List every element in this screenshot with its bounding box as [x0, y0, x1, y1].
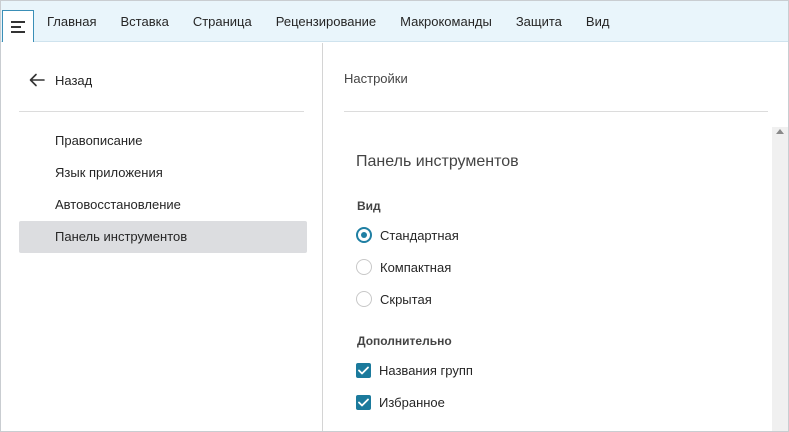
arrow-left-icon [29, 73, 45, 87]
content-divider [344, 111, 768, 112]
sidebar-item-spelling[interactable]: Правописание [19, 125, 307, 157]
checkbox-option-favorites[interactable]: Избранное [356, 392, 445, 412]
checkbox-option-group-names[interactable]: Названия групп [356, 360, 473, 380]
settings-content: Настройки Панель инструментов Вид Станда… [324, 43, 788, 431]
vertical-scrollbar[interactable] [772, 127, 788, 431]
tab-review[interactable]: Рецензирование [264, 1, 388, 42]
checkmark-icon [358, 366, 369, 374]
radio-option-compact[interactable]: Компактная [356, 257, 451, 277]
tab-macros[interactable]: Макрокоманды [388, 1, 504, 42]
checkbox-label: Избранное [379, 394, 445, 410]
section-title: Панель инструментов [356, 153, 519, 170]
sidebar-item-autorecovery[interactable]: Автовосстановление [19, 189, 307, 221]
settings-nav: Правописание Язык приложения Автовосстан… [19, 125, 307, 253]
sidebar-divider [19, 111, 304, 112]
sidebar-item-toolbar[interactable]: Панель инструментов [19, 221, 307, 253]
back-button[interactable]: Назад [29, 69, 92, 91]
back-label: Назад [55, 72, 93, 88]
settings-sidebar: Назад Правописание Язык приложения Автов… [1, 43, 323, 431]
tab-page[interactable]: Страница [181, 1, 264, 42]
checkbox-checked[interactable] [356, 394, 371, 410]
sidebar-item-app-language[interactable]: Язык приложения [19, 157, 307, 189]
radio-label: Стандартная [380, 227, 459, 243]
ribbon-tabs: Главная Вставка Страница Рецензирование … [35, 1, 621, 42]
tab-insert[interactable]: Вставка [108, 1, 180, 42]
scroll-up-arrow-icon[interactable] [776, 129, 784, 134]
tab-protection[interactable]: Защита [504, 1, 574, 42]
radio-button[interactable] [356, 259, 372, 275]
checkbox-label: Названия групп [379, 362, 473, 378]
radio-button-selected[interactable] [356, 227, 372, 243]
radio-label: Компактная [380, 259, 452, 275]
page-title: Настройки [344, 71, 408, 86]
ribbon-menu-bar: Главная Вставка Страница Рецензирование … [1, 1, 788, 42]
extra-group-label: Дополнительно [357, 334, 452, 348]
settings-window: Главная Вставка Страница Рецензирование … [0, 0, 789, 432]
hamburger-icon [11, 20, 25, 33]
radio-label: Скрытая [380, 291, 432, 307]
radio-option-standard[interactable]: Стандартная [356, 225, 459, 245]
tab-home[interactable]: Главная [35, 1, 108, 42]
tab-view[interactable]: Вид [574, 1, 622, 42]
hamburger-menu-button[interactable] [2, 10, 34, 42]
checkbox-checked[interactable] [356, 362, 371, 378]
radio-option-hidden[interactable]: Скрытая [356, 289, 432, 309]
radio-button[interactable] [356, 291, 372, 307]
checkmark-icon [358, 398, 369, 406]
view-group-label: Вид [357, 199, 381, 213]
